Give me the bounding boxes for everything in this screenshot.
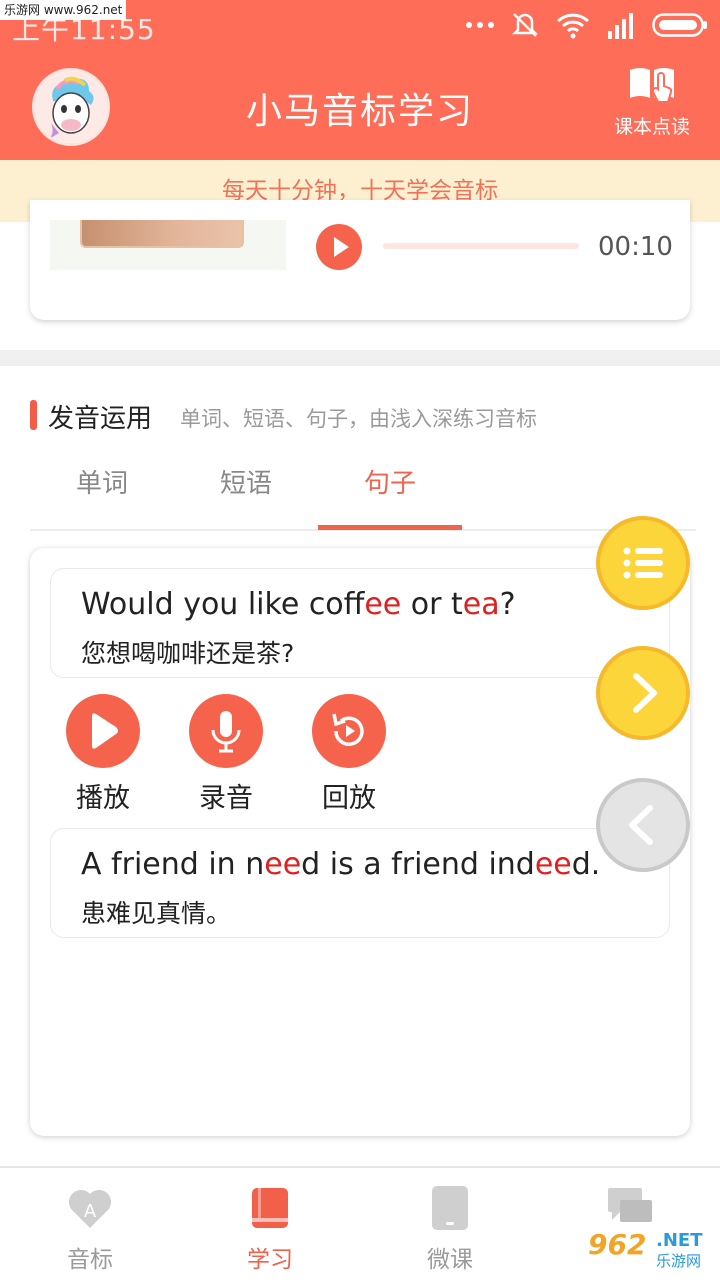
sentence-text-part: d. — [571, 847, 601, 882]
sentence-text-part: d is a friend ind — [301, 847, 535, 882]
sentence-chinese: 您想喝咖啡还是茶? — [81, 639, 295, 668]
watermark-site-name: 乐游网 — [656, 1252, 702, 1270]
signal-icon — [608, 13, 633, 39]
watermark-number: 962 — [588, 1228, 647, 1261]
textbook-read-button[interactable]: 课本点读 — [610, 64, 694, 139]
replay-label: 回放 — [322, 783, 376, 814]
next-fab[interactable] — [596, 646, 690, 740]
list-icon — [623, 547, 663, 579]
sentence-text-part: Would you like coff — [81, 587, 365, 622]
more-dots-icon — [466, 22, 494, 28]
section-title: 发音运用 — [48, 404, 153, 434]
sentence-text-part: or t — [401, 587, 463, 622]
watermark-top-left: 乐游网 www.962.net — [0, 0, 127, 20]
sentence-text-part: A friend in n — [81, 847, 265, 882]
heart-a-icon: A — [66, 1184, 114, 1232]
battery-icon — [652, 13, 707, 37]
tab-phrases[interactable]: 短语 — [174, 463, 318, 500]
play-icon — [92, 713, 118, 749]
nav-item-phonetics[interactable]: A 音标 — [30, 1184, 150, 1274]
chevron-left-icon — [629, 805, 653, 845]
nav-label-microclass: 微课 — [427, 1247, 473, 1273]
svg-text:A: A — [84, 1201, 97, 1222]
video-card: 00:10 — [30, 200, 690, 320]
play-control[interactable]: 播放 — [66, 694, 140, 815]
section-accent-bar — [30, 400, 37, 430]
mute-icon — [511, 13, 539, 37]
replay-button[interactable] — [312, 694, 386, 768]
nav-item-study[interactable]: 学习 — [210, 1184, 330, 1274]
watermark-net: .NET — [656, 1230, 703, 1251]
sentence-english: Would you like coffee or tea? — [81, 587, 639, 622]
prev-fab[interactable] — [596, 778, 690, 872]
textbook-read-label: 课本点读 — [613, 116, 690, 138]
app-header: 上午11:55 乐游网 www.962.net 小马音标学习 课本点读 — [0, 0, 720, 160]
microphone-icon — [211, 711, 241, 753]
sentence-highlight: ee — [534, 847, 572, 882]
chevron-right-icon — [633, 673, 657, 713]
tablet-icon — [426, 1184, 474, 1232]
replay-icon — [332, 713, 364, 746]
replay-control[interactable]: 回放 — [312, 694, 386, 815]
record-button[interactable] — [189, 694, 263, 768]
sentence-highlight: ea — [462, 587, 500, 622]
section-divider — [0, 350, 720, 366]
section-subtitle: 单词、短语、句子，由浅入深练习音标 — [180, 407, 537, 431]
nav-label-study: 学习 — [247, 1247, 293, 1273]
play-label: 播放 — [76, 783, 130, 814]
sentence-highlight: ee — [264, 847, 302, 882]
active-tab-indicator — [318, 525, 462, 530]
play-button[interactable] — [66, 694, 140, 768]
video-duration: 00:10 — [598, 232, 673, 262]
record-label: 录音 — [199, 783, 253, 814]
record-control[interactable]: 录音 — [189, 694, 263, 815]
list-fab[interactable] — [596, 516, 690, 610]
sentence-item[interactable]: A friend in need is a friend indeed. 患难见… — [50, 828, 670, 938]
video-progress-bar[interactable] — [383, 243, 579, 249]
sentence-english: A friend in need is a friend indeed. — [81, 847, 639, 882]
practice-tabs: 单词 短语 句子 — [30, 455, 696, 531]
nav-label-phonetics: 音标 — [67, 1247, 113, 1273]
sentence-highlight: ee — [364, 587, 402, 622]
wifi-icon — [556, 13, 590, 39]
tab-words[interactable]: 单词 — [30, 463, 174, 500]
video-play-button[interactable] — [316, 224, 362, 270]
sentence-text-part: ? — [499, 587, 516, 622]
book-touch-icon — [630, 68, 674, 103]
watermark-bottom-right: 962 .NET 乐游网 — [582, 1222, 716, 1276]
sentence-chinese: 患难见真情。 — [81, 899, 232, 928]
nav-item-microclass[interactable]: 微课 — [390, 1184, 510, 1274]
sentence-card: Would you like coffee or tea? 您想喝咖啡还是茶? … — [30, 548, 690, 1136]
book-icon — [246, 1184, 294, 1232]
sentence-item[interactable]: Would you like coffee or tea? 您想喝咖啡还是茶? — [50, 568, 670, 678]
video-thumbnail[interactable] — [80, 220, 244, 248]
tab-sentences[interactable]: 句子 — [318, 463, 462, 500]
status-icons — [466, 10, 708, 40]
